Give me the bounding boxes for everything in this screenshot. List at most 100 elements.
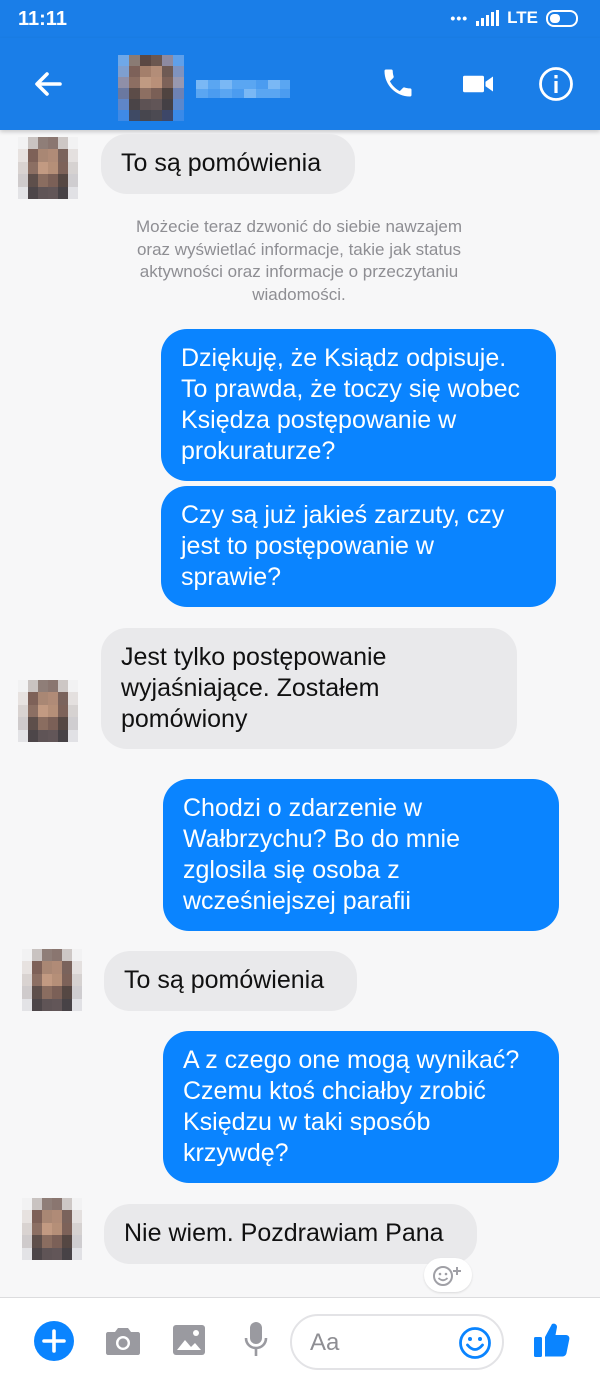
avatar-tile bbox=[62, 1222, 72, 1236]
avatar-tile bbox=[28, 186, 38, 199]
video-camera-icon[interactable] bbox=[459, 66, 497, 102]
add-reaction-button[interactable] bbox=[424, 1258, 472, 1292]
avatar-tile bbox=[38, 680, 48, 693]
emoji-icon[interactable] bbox=[458, 1326, 492, 1360]
avatar-tile bbox=[32, 1222, 42, 1236]
avatar-tile bbox=[32, 1247, 42, 1260]
avatar-tile bbox=[18, 174, 28, 187]
avatar-tile bbox=[18, 161, 28, 175]
add-reaction-icon bbox=[433, 1266, 461, 1286]
message-incoming[interactable]: To są pomówienia bbox=[104, 951, 357, 1011]
sender-avatar bbox=[22, 949, 82, 1011]
message-outgoing[interactable]: A z czego one mogą wynikać? Czemu ktoś c… bbox=[163, 1031, 559, 1183]
avatar-tile bbox=[68, 186, 78, 199]
avatar-tile bbox=[52, 961, 62, 974]
avatar-tile bbox=[32, 998, 42, 1011]
avatar-tile bbox=[22, 986, 32, 999]
avatar-tile bbox=[28, 704, 38, 718]
sender-avatar bbox=[22, 1198, 82, 1260]
conversation-header bbox=[0, 38, 600, 130]
avatar-tile bbox=[28, 149, 38, 162]
message-incoming[interactable]: To są pomówienia bbox=[101, 134, 355, 194]
avatar-tile bbox=[48, 137, 58, 150]
status-time: 11:11 bbox=[18, 8, 67, 30]
avatar-tile bbox=[18, 680, 28, 693]
avatar-tile bbox=[42, 1247, 52, 1260]
message-text: To są pomówienia bbox=[121, 149, 322, 177]
microphone-icon[interactable] bbox=[242, 1320, 270, 1360]
like-icon[interactable] bbox=[532, 1320, 572, 1360]
avatar-tile bbox=[48, 704, 58, 718]
message-text: Czy są już jakieś zarzuty, czy jest to p… bbox=[181, 501, 505, 591]
info-icon[interactable] bbox=[537, 65, 575, 103]
back-arrow-icon[interactable] bbox=[30, 66, 66, 102]
status-bar: 11:11 ••• LTE bbox=[0, 0, 600, 38]
avatar-tile bbox=[62, 1198, 72, 1211]
avatar-tile bbox=[62, 1247, 72, 1260]
avatar-tile bbox=[58, 174, 68, 187]
avatar-tile bbox=[38, 161, 48, 175]
avatar-tile bbox=[68, 729, 78, 742]
message-outgoing[interactable]: Chodzi o zdarzenie w Wałbrzychu? Bo do m… bbox=[163, 779, 559, 931]
message-text: To są pomówienia bbox=[124, 966, 325, 994]
sender-avatar bbox=[18, 137, 78, 199]
sender-avatar bbox=[18, 680, 78, 742]
image-icon[interactable] bbox=[172, 1323, 206, 1357]
avatar-tile bbox=[22, 1247, 32, 1260]
avatar-tile bbox=[72, 998, 82, 1011]
contact-avatar[interactable] bbox=[118, 55, 184, 121]
contact-name[interactable] bbox=[196, 76, 290, 102]
avatar-tile bbox=[58, 717, 68, 730]
avatar-tile bbox=[58, 692, 68, 705]
avatar-tile bbox=[18, 729, 28, 742]
battery-icon bbox=[546, 9, 578, 27]
avatar-tile bbox=[58, 729, 68, 742]
avatar-tile bbox=[32, 949, 42, 962]
plus-icon[interactable] bbox=[33, 1320, 75, 1362]
avatar-tile bbox=[18, 186, 28, 199]
avatar-tile bbox=[68, 137, 78, 150]
message-input[interactable]: Aa bbox=[290, 1314, 504, 1370]
avatar-tile bbox=[72, 1247, 82, 1260]
avatar-tile bbox=[38, 137, 48, 150]
message-text: Jest tylko postępowanie wyjaśniające. Zo… bbox=[121, 643, 387, 733]
avatar-tile bbox=[62, 1235, 72, 1248]
avatar-tile bbox=[62, 973, 72, 987]
avatar-tile bbox=[38, 704, 48, 718]
message-text: Nie wiem. Pozdrawiam Pana bbox=[124, 1219, 444, 1247]
avatar-tile bbox=[52, 1235, 62, 1248]
avatar-tile bbox=[58, 186, 68, 199]
avatar-tile bbox=[38, 692, 48, 705]
avatar-tile bbox=[18, 717, 28, 730]
avatar-tile bbox=[42, 1222, 52, 1236]
message-incoming[interactable]: Jest tylko postępowanie wyjaśniające. Zo… bbox=[101, 628, 517, 749]
avatar-tile bbox=[72, 973, 82, 987]
avatar-tile bbox=[42, 1235, 52, 1248]
avatar-tile bbox=[68, 717, 78, 730]
avatar-tile bbox=[72, 1210, 82, 1223]
avatar-tile bbox=[18, 149, 28, 162]
avatar-tile bbox=[68, 149, 78, 162]
avatar-tile bbox=[28, 717, 38, 730]
avatar-tile bbox=[22, 1235, 32, 1248]
avatar-tile bbox=[52, 973, 62, 987]
message-outgoing[interactable]: Czy są już jakieś zarzuty, czy jest to p… bbox=[161, 486, 556, 607]
message-incoming[interactable]: Nie wiem. Pozdrawiam Pana bbox=[104, 1204, 477, 1264]
avatar-tile bbox=[38, 149, 48, 162]
avatar-tile bbox=[18, 137, 28, 150]
avatar-tile bbox=[48, 174, 58, 187]
phone-icon[interactable] bbox=[380, 65, 416, 101]
camera-icon[interactable] bbox=[104, 1323, 142, 1359]
message-text: Dziękuję, że Ksiądz odpisuje. To prawda,… bbox=[181, 344, 521, 465]
avatar-tile bbox=[62, 949, 72, 962]
avatar-tile bbox=[42, 1198, 52, 1211]
avatar-tile bbox=[28, 680, 38, 693]
avatar-tile bbox=[68, 161, 78, 175]
avatar-tile bbox=[38, 717, 48, 730]
avatar-tile bbox=[22, 998, 32, 1011]
avatar-tile bbox=[72, 986, 82, 999]
avatar-tile bbox=[32, 961, 42, 974]
avatar-tile bbox=[42, 949, 52, 962]
avatar-tile bbox=[68, 174, 78, 187]
message-outgoing[interactable]: Dziękuję, że Ksiądz odpisuje. To prawda,… bbox=[161, 329, 556, 481]
